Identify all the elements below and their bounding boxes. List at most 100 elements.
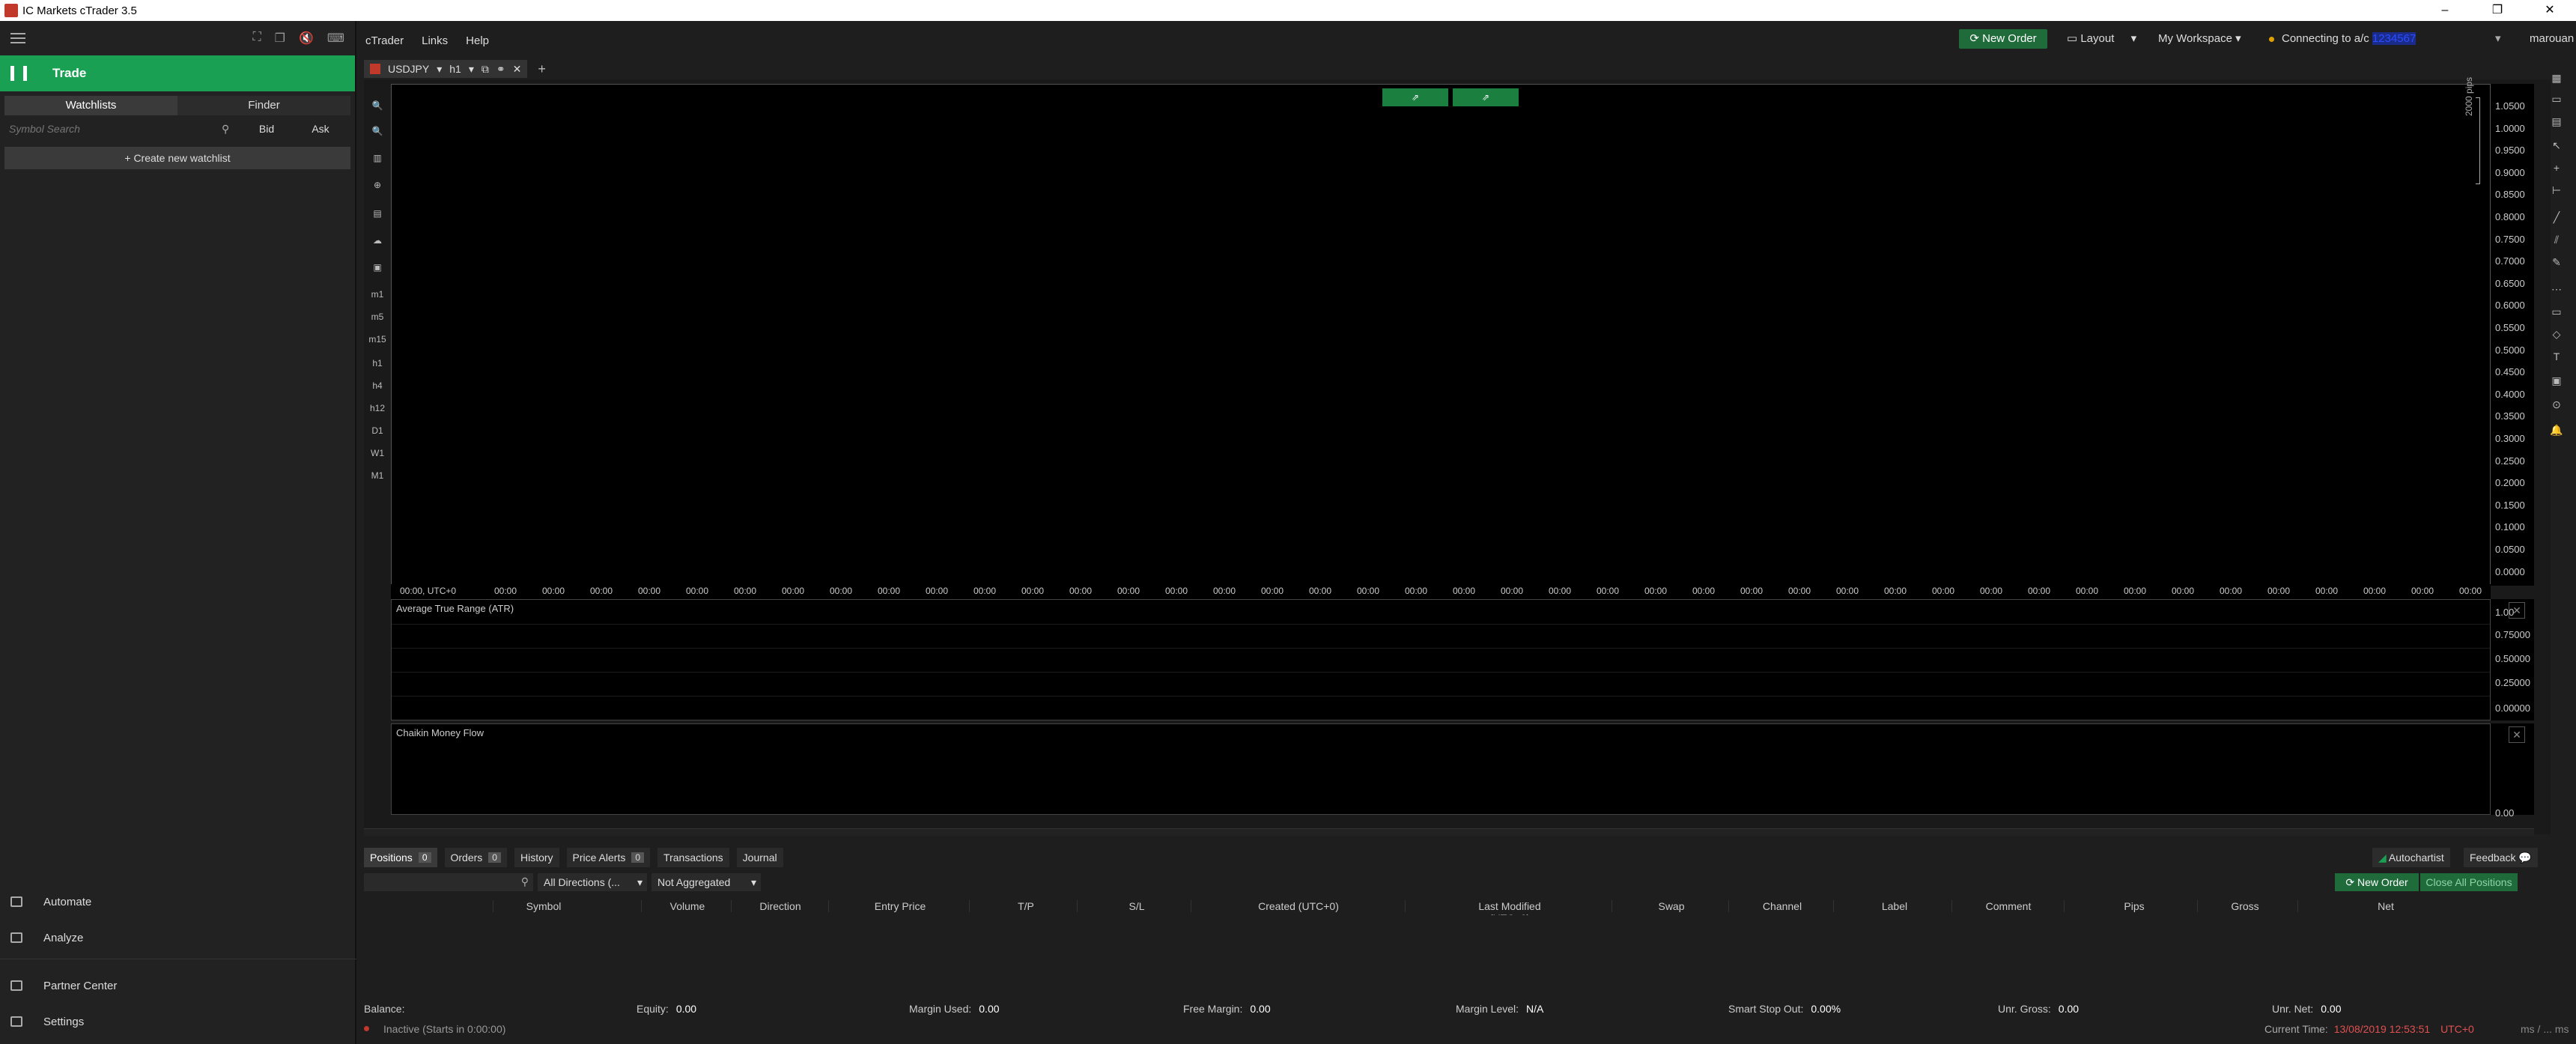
close-icon[interactable]: ✕ bbox=[513, 63, 522, 76]
chart-tool-6-icon[interactable]: ▣ bbox=[364, 258, 391, 277]
chart-tool-2-icon[interactable]: ▥ bbox=[364, 148, 391, 168]
tab-positions[interactable]: Positions 0 bbox=[364, 848, 437, 867]
column-divider[interactable] bbox=[2297, 900, 2298, 912]
drawing-tool-3-icon[interactable]: ↖ bbox=[2542, 135, 2572, 156]
close-all-positions-button[interactable]: Close All Positions bbox=[2420, 873, 2518, 891]
drawing-tool-12-icon[interactable]: T bbox=[2542, 346, 2572, 367]
tab-transactions[interactable]: Transactions bbox=[657, 848, 729, 867]
detach-icon[interactable]: ❐ bbox=[275, 31, 285, 46]
drawing-tool-10-icon[interactable]: ▭ bbox=[2542, 301, 2572, 322]
sidebar-item-analyze[interactable]: Analyze bbox=[0, 921, 356, 954]
column-header[interactable]: Net bbox=[2333, 900, 2438, 912]
menu-help[interactable]: Help bbox=[466, 34, 489, 47]
tab-orders[interactable]: Orders 0 bbox=[444, 848, 507, 867]
detach-chart-icon[interactable]: ⧉ bbox=[482, 63, 489, 76]
keyboard-icon[interactable]: ⌨ bbox=[327, 31, 344, 46]
chart-tool-14-icon[interactable]: W1 bbox=[364, 443, 391, 463]
column-divider[interactable] bbox=[1728, 900, 1729, 912]
menu-ctrader[interactable]: cTrader bbox=[365, 34, 404, 47]
positions-search-input[interactable]: ⚲ bbox=[364, 873, 533, 891]
chevron-down-icon[interactable]: ▾ bbox=[469, 63, 474, 76]
tab-watchlists[interactable]: Watchlists bbox=[4, 96, 177, 115]
link-chart-icon[interactable]: ⚭ bbox=[496, 63, 505, 76]
new-order-button[interactable]: ⟳ New Order bbox=[2335, 873, 2419, 891]
cmf-indicator-panel[interactable]: Chaikin Money Flow bbox=[391, 723, 2491, 815]
search-icon[interactable]: ⚲ bbox=[222, 123, 240, 136]
column-divider[interactable] bbox=[2064, 900, 2065, 912]
chart-tool-3-icon[interactable]: ⊕ bbox=[364, 175, 391, 195]
column-divider[interactable] bbox=[1405, 900, 1406, 912]
menu-links[interactable]: Links bbox=[422, 34, 448, 47]
column-header[interactable]: Comment bbox=[1956, 900, 2061, 912]
sidebar-item-settings[interactable]: Settings bbox=[0, 1005, 356, 1038]
column-divider[interactable] bbox=[1611, 900, 1612, 912]
trade-nav[interactable]: Trade bbox=[0, 55, 355, 91]
tab-finder[interactable]: Finder bbox=[177, 96, 350, 115]
sidebar-item-automate[interactable]: Automate bbox=[0, 885, 356, 918]
new-order-button[interactable]: ⟳ New Order bbox=[1959, 29, 2047, 49]
restore-button[interactable]: ❐ bbox=[2471, 0, 2524, 21]
user-name[interactable]: marouan bbox=[2530, 32, 2574, 45]
sidebar-item-partner-center[interactable]: Partner Center bbox=[0, 969, 356, 1002]
drawing-tool-11-icon[interactable]: ◇ bbox=[2542, 324, 2572, 345]
drawing-tool-4-icon[interactable]: + bbox=[2542, 157, 2572, 178]
timezone[interactable]: UTC+0 bbox=[2440, 1023, 2474, 1035]
chart-timeframe[interactable]: h1 bbox=[449, 63, 461, 75]
drawing-tool-5-icon[interactable]: ⊢ bbox=[2542, 180, 2572, 201]
sell-button[interactable]: ⇗ bbox=[1382, 88, 1448, 106]
drawing-tool-13-icon[interactable]: ▣ bbox=[2542, 370, 2572, 391]
column-header[interactable]: Pips bbox=[2082, 900, 2187, 912]
column-header[interactable]: Label bbox=[1842, 900, 1947, 912]
time-axis[interactable]: 00:00, UTC+0 00:00 00:00 00:00 00:00 00:00 00:… bbox=[391, 584, 2491, 599]
column-header[interactable]: Gross bbox=[2193, 900, 2297, 912]
buy-button[interactable]: ⇗ bbox=[1453, 88, 1519, 106]
column-header[interactable]: Channel bbox=[1730, 900, 1835, 912]
column-header[interactable]: S/L bbox=[1084, 900, 1189, 912]
chart-tool-12-icon[interactable]: h12 bbox=[364, 398, 391, 418]
chevron-down-icon[interactable]: ▾ bbox=[2495, 31, 2501, 45]
chart-tool-0-icon[interactable]: 🔍 bbox=[364, 96, 391, 115]
drawing-tool-1-icon[interactable]: ▭ bbox=[2542, 88, 2572, 109]
mute-icon[interactable]: 🔇 bbox=[299, 31, 314, 46]
drawing-tool-15-icon[interactable]: 🔔 bbox=[2542, 419, 2572, 440]
minimize-button[interactable]: – bbox=[2419, 0, 2471, 21]
main-chart-plot[interactable] bbox=[391, 84, 2491, 586]
column-divider[interactable] bbox=[1951, 900, 1952, 912]
tab-history[interactable]: History bbox=[514, 848, 559, 867]
drawing-tool-7-icon[interactable]: ⫽ bbox=[2542, 229, 2572, 250]
column-header[interactable]: Created (UTC+0) bbox=[1246, 900, 1351, 912]
chart-tool-9-icon[interactable]: m15 bbox=[364, 330, 391, 349]
close-window-button[interactable]: ✕ bbox=[2524, 0, 2576, 21]
chart-tool-8-icon[interactable]: m5 bbox=[364, 307, 391, 327]
column-header[interactable]: Direction bbox=[728, 900, 833, 912]
hamburger-menu-icon[interactable] bbox=[10, 33, 25, 43]
column-header[interactable]: Volume bbox=[635, 900, 740, 912]
chart-tool-4-icon[interactable]: ▤ bbox=[364, 204, 391, 223]
drawing-tool-14-icon[interactable]: ⊙ bbox=[2542, 394, 2572, 415]
close-atr-icon[interactable]: ✕ bbox=[2509, 602, 2525, 619]
workspace-dropdown[interactable]: My Workspace ▾ bbox=[2158, 31, 2241, 45]
fullscreen-icon[interactable]: ⛶ bbox=[252, 31, 261, 46]
layout-dropdown[interactable]: ▭ Layout ▾ bbox=[2067, 31, 2136, 45]
drawing-tool-0-icon[interactable]: ▦ bbox=[2542, 67, 2572, 88]
direction-filter-select[interactable]: All Directions (... ▾ bbox=[538, 873, 647, 891]
column-header[interactable]: Symbol bbox=[491, 900, 596, 912]
tab-price-alerts[interactable]: Price Alerts 0 bbox=[566, 848, 651, 867]
add-chart-tab-icon[interactable]: + bbox=[538, 61, 546, 77]
close-cmf-icon[interactable]: ✕ bbox=[2509, 726, 2525, 743]
chart-tool-7-icon[interactable]: m1 bbox=[364, 285, 391, 304]
create-watchlist-button[interactable]: + Create new watchlist bbox=[4, 147, 350, 169]
chevron-down-icon[interactable]: ▾ bbox=[437, 63, 442, 76]
column-header[interactable]: T/P bbox=[973, 900, 1078, 912]
drawing-tool-6-icon[interactable]: ╱ bbox=[2542, 207, 2572, 228]
chart-horizontal-scrollbar[interactable] bbox=[364, 828, 2534, 836]
chart-tab-usdjpy[interactable]: USDJPY ▾ h1 ▾ ⧉ ⚭ ✕ bbox=[364, 60, 528, 78]
chart-tool-1-icon[interactable]: 🔍 bbox=[364, 121, 391, 141]
column-header[interactable]: Swap bbox=[1619, 900, 1724, 912]
chart-tool-5-icon[interactable]: ☁ bbox=[364, 231, 391, 250]
feedback-button[interactable]: Feedback 💬 bbox=[2464, 848, 2538, 867]
tab-journal[interactable]: Journal bbox=[736, 848, 783, 867]
chart-tool-11-icon[interactable]: h4 bbox=[364, 376, 391, 395]
column-header[interactable]: Entry Price bbox=[848, 900, 953, 912]
chart-tool-15-icon[interactable]: M1 bbox=[364, 466, 391, 485]
